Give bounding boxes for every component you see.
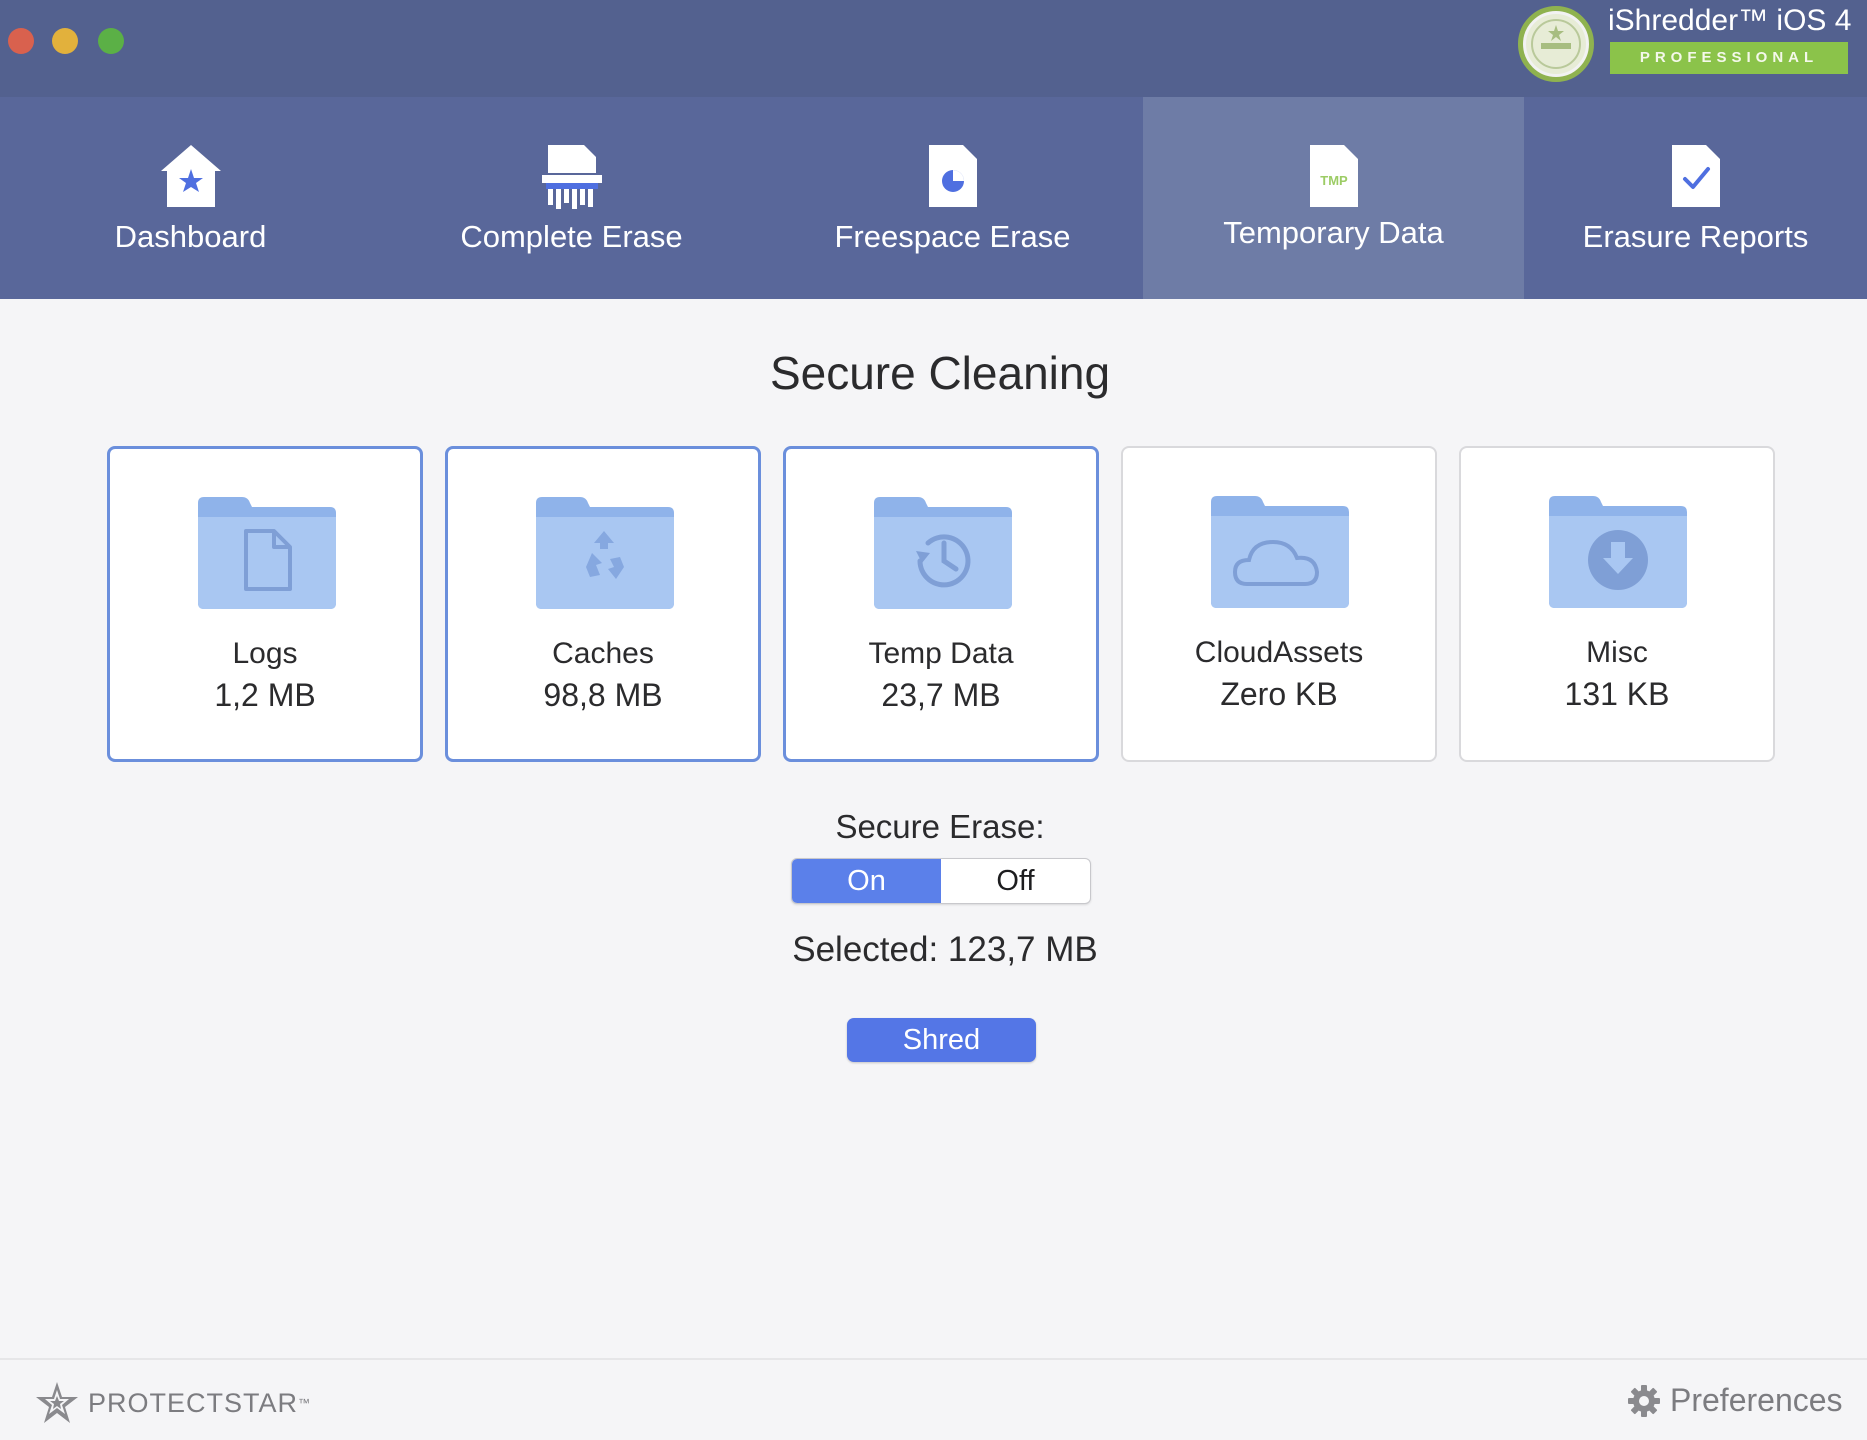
card-name: Temp Data bbox=[868, 637, 1014, 670]
card-name: Caches bbox=[552, 637, 654, 670]
tab-label: Complete Erase bbox=[460, 219, 683, 254]
minimize-window-button[interactable] bbox=[52, 28, 78, 54]
selected-value: 123,7 MB bbox=[947, 930, 1098, 969]
brand-name: PROTECTSTAR bbox=[88, 1387, 299, 1418]
selected-label: Selected: bbox=[792, 930, 939, 969]
tab-complete-erase[interactable]: Complete Erase bbox=[381, 97, 762, 299]
footer-divider bbox=[0, 1358, 1867, 1360]
tab-label: Dashboard bbox=[114, 219, 267, 254]
tmp-document-icon: TMP bbox=[1308, 143, 1360, 214]
recycle-folder-icon bbox=[536, 497, 674, 609]
secure-erase-toggle: On Off bbox=[791, 858, 1091, 904]
preferences-button[interactable]: Preferences bbox=[1628, 1382, 1843, 1419]
shredder-icon bbox=[541, 143, 602, 214]
tab-erasure-reports[interactable]: Erasure Reports bbox=[1524, 97, 1867, 299]
app-name: iShredder™ iOS 4 bbox=[1608, 4, 1852, 37]
category-cards: Logs 1,2 MB Caches 98,8 MB Temp Data 23,… bbox=[107, 446, 1775, 762]
card-name: Logs bbox=[232, 637, 298, 670]
secure-erase-on-option[interactable]: On bbox=[792, 859, 941, 903]
card-temp-data[interactable]: Temp Data 23,7 MB bbox=[783, 446, 1099, 762]
tab-label: Erasure Reports bbox=[1582, 219, 1809, 254]
protectstar-star-icon bbox=[36, 1382, 78, 1423]
check-document-icon bbox=[1670, 143, 1722, 214]
shred-button[interactable]: Shred bbox=[847, 1018, 1036, 1062]
secure-erase-label: Secure Erase: bbox=[835, 808, 1045, 845]
tab-label: Freespace Erase bbox=[834, 219, 1071, 254]
edition-badge: PROFESSIONAL bbox=[1610, 42, 1848, 74]
tab-dashboard[interactable]: Dashboard bbox=[0, 97, 381, 299]
protectstar-logo: PROTECTSTAR ™ bbox=[34, 1380, 311, 1426]
tab-temporary-data[interactable]: TMP Temporary Data bbox=[1143, 97, 1524, 299]
pie-document-icon bbox=[927, 143, 979, 214]
preferences-label: Preferences bbox=[1670, 1382, 1843, 1418]
cloud-folder-icon bbox=[1211, 496, 1349, 608]
card-size: 1,2 MB bbox=[214, 677, 316, 713]
card-size: 23,7 MB bbox=[881, 677, 1001, 713]
history-folder-icon bbox=[874, 497, 1012, 609]
brand-trademark: ™ bbox=[298, 1396, 312, 1410]
card-logs[interactable]: Logs 1,2 MB bbox=[107, 446, 423, 762]
home-star-icon bbox=[159, 143, 223, 214]
document-folder-icon bbox=[198, 497, 336, 609]
card-size: 98,8 MB bbox=[543, 677, 663, 713]
close-window-button[interactable] bbox=[8, 28, 34, 54]
card-size: Zero KB bbox=[1220, 676, 1338, 712]
main-toolbar: Dashboard Complete Erase Freespace Erase… bbox=[0, 97, 1867, 299]
card-size: 131 KB bbox=[1564, 676, 1670, 712]
tab-label: Temporary Data bbox=[1223, 215, 1444, 250]
selected-summary: Selected: 123,7 MB bbox=[0, 930, 1867, 970]
tmp-icon-text: TMP bbox=[1320, 173, 1348, 188]
zoom-window-button[interactable] bbox=[98, 28, 124, 54]
card-name: CloudAssets bbox=[1194, 636, 1364, 669]
card-name: Misc bbox=[1586, 636, 1648, 669]
download-folder-icon bbox=[1549, 496, 1687, 608]
shred-seal-icon bbox=[1518, 6, 1594, 82]
secure-erase-off-option[interactable]: Off bbox=[941, 859, 1090, 903]
gear-icon bbox=[1628, 1384, 1660, 1417]
card-caches[interactable]: Caches 98,8 MB bbox=[445, 446, 761, 762]
page-title: Secure Cleaning bbox=[769, 347, 1111, 399]
card-misc[interactable]: Misc 131 KB bbox=[1459, 446, 1775, 762]
tab-freespace-erase[interactable]: Freespace Erase bbox=[762, 97, 1143, 299]
card-cloudassets[interactable]: CloudAssets Zero KB bbox=[1121, 446, 1437, 762]
title-bar: iShredder™ iOS 4 PROFESSIONAL bbox=[0, 0, 1867, 97]
